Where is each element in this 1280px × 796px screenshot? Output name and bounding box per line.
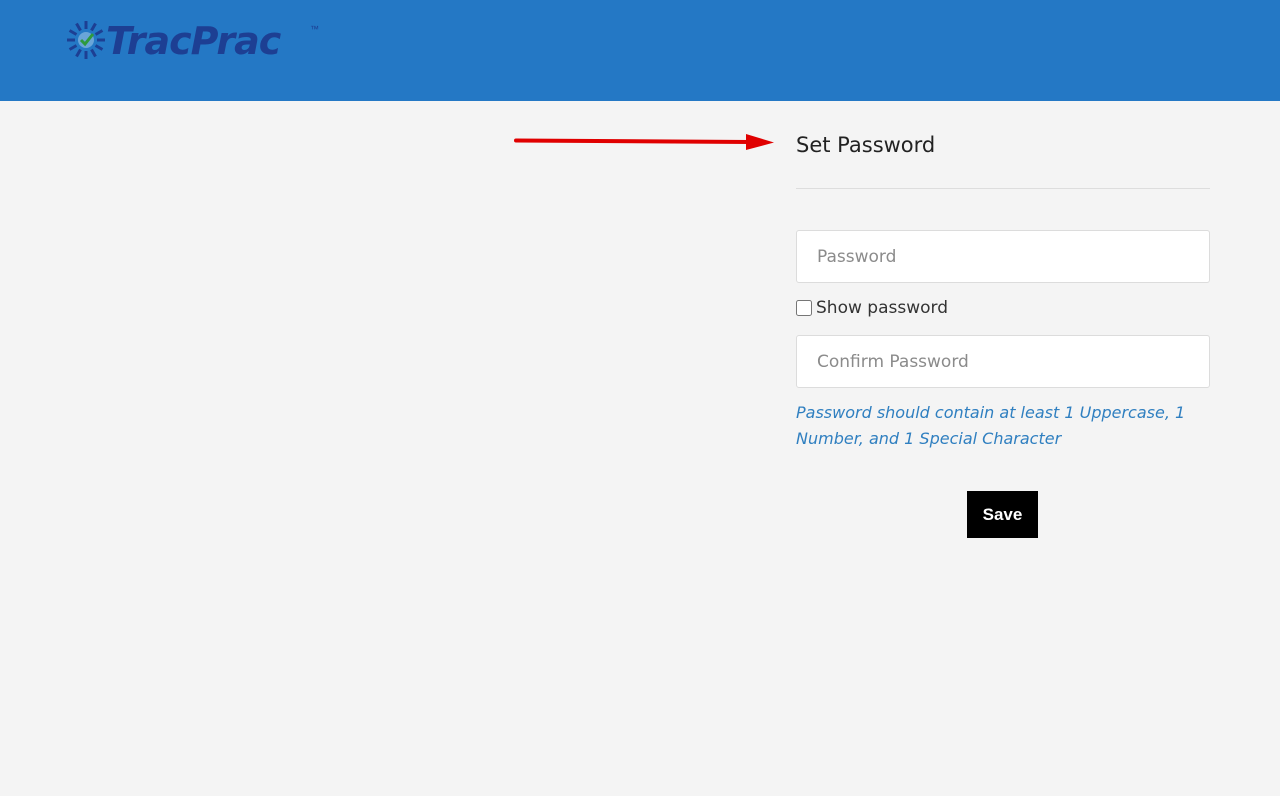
password-input[interactable] [796,230,1210,283]
confirm-password-input[interactable] [796,335,1210,388]
set-password-panel: Set Password Show password Password shou… [796,128,1210,538]
tracprac-logo[interactable]: TracPrac ™ [66,16,326,66]
show-password-checkbox[interactable] [796,300,812,316]
logo-trademark: ™ [310,24,319,34]
page-title: Set Password [796,133,936,157]
show-password-label: Show password [816,298,948,318]
app-header: TracPrac ™ [0,0,1280,101]
password-requirements-hint: Password should contain at least 1 Upper… [796,403,1186,448]
save-button[interactable]: Save [967,491,1038,538]
show-password-row[interactable]: Show password [796,298,948,318]
title-divider [796,188,1210,189]
red-arrow-icon [514,134,774,150]
logo-text: TracPrac [106,19,281,63]
logo-sunburst-icon [67,21,105,59]
